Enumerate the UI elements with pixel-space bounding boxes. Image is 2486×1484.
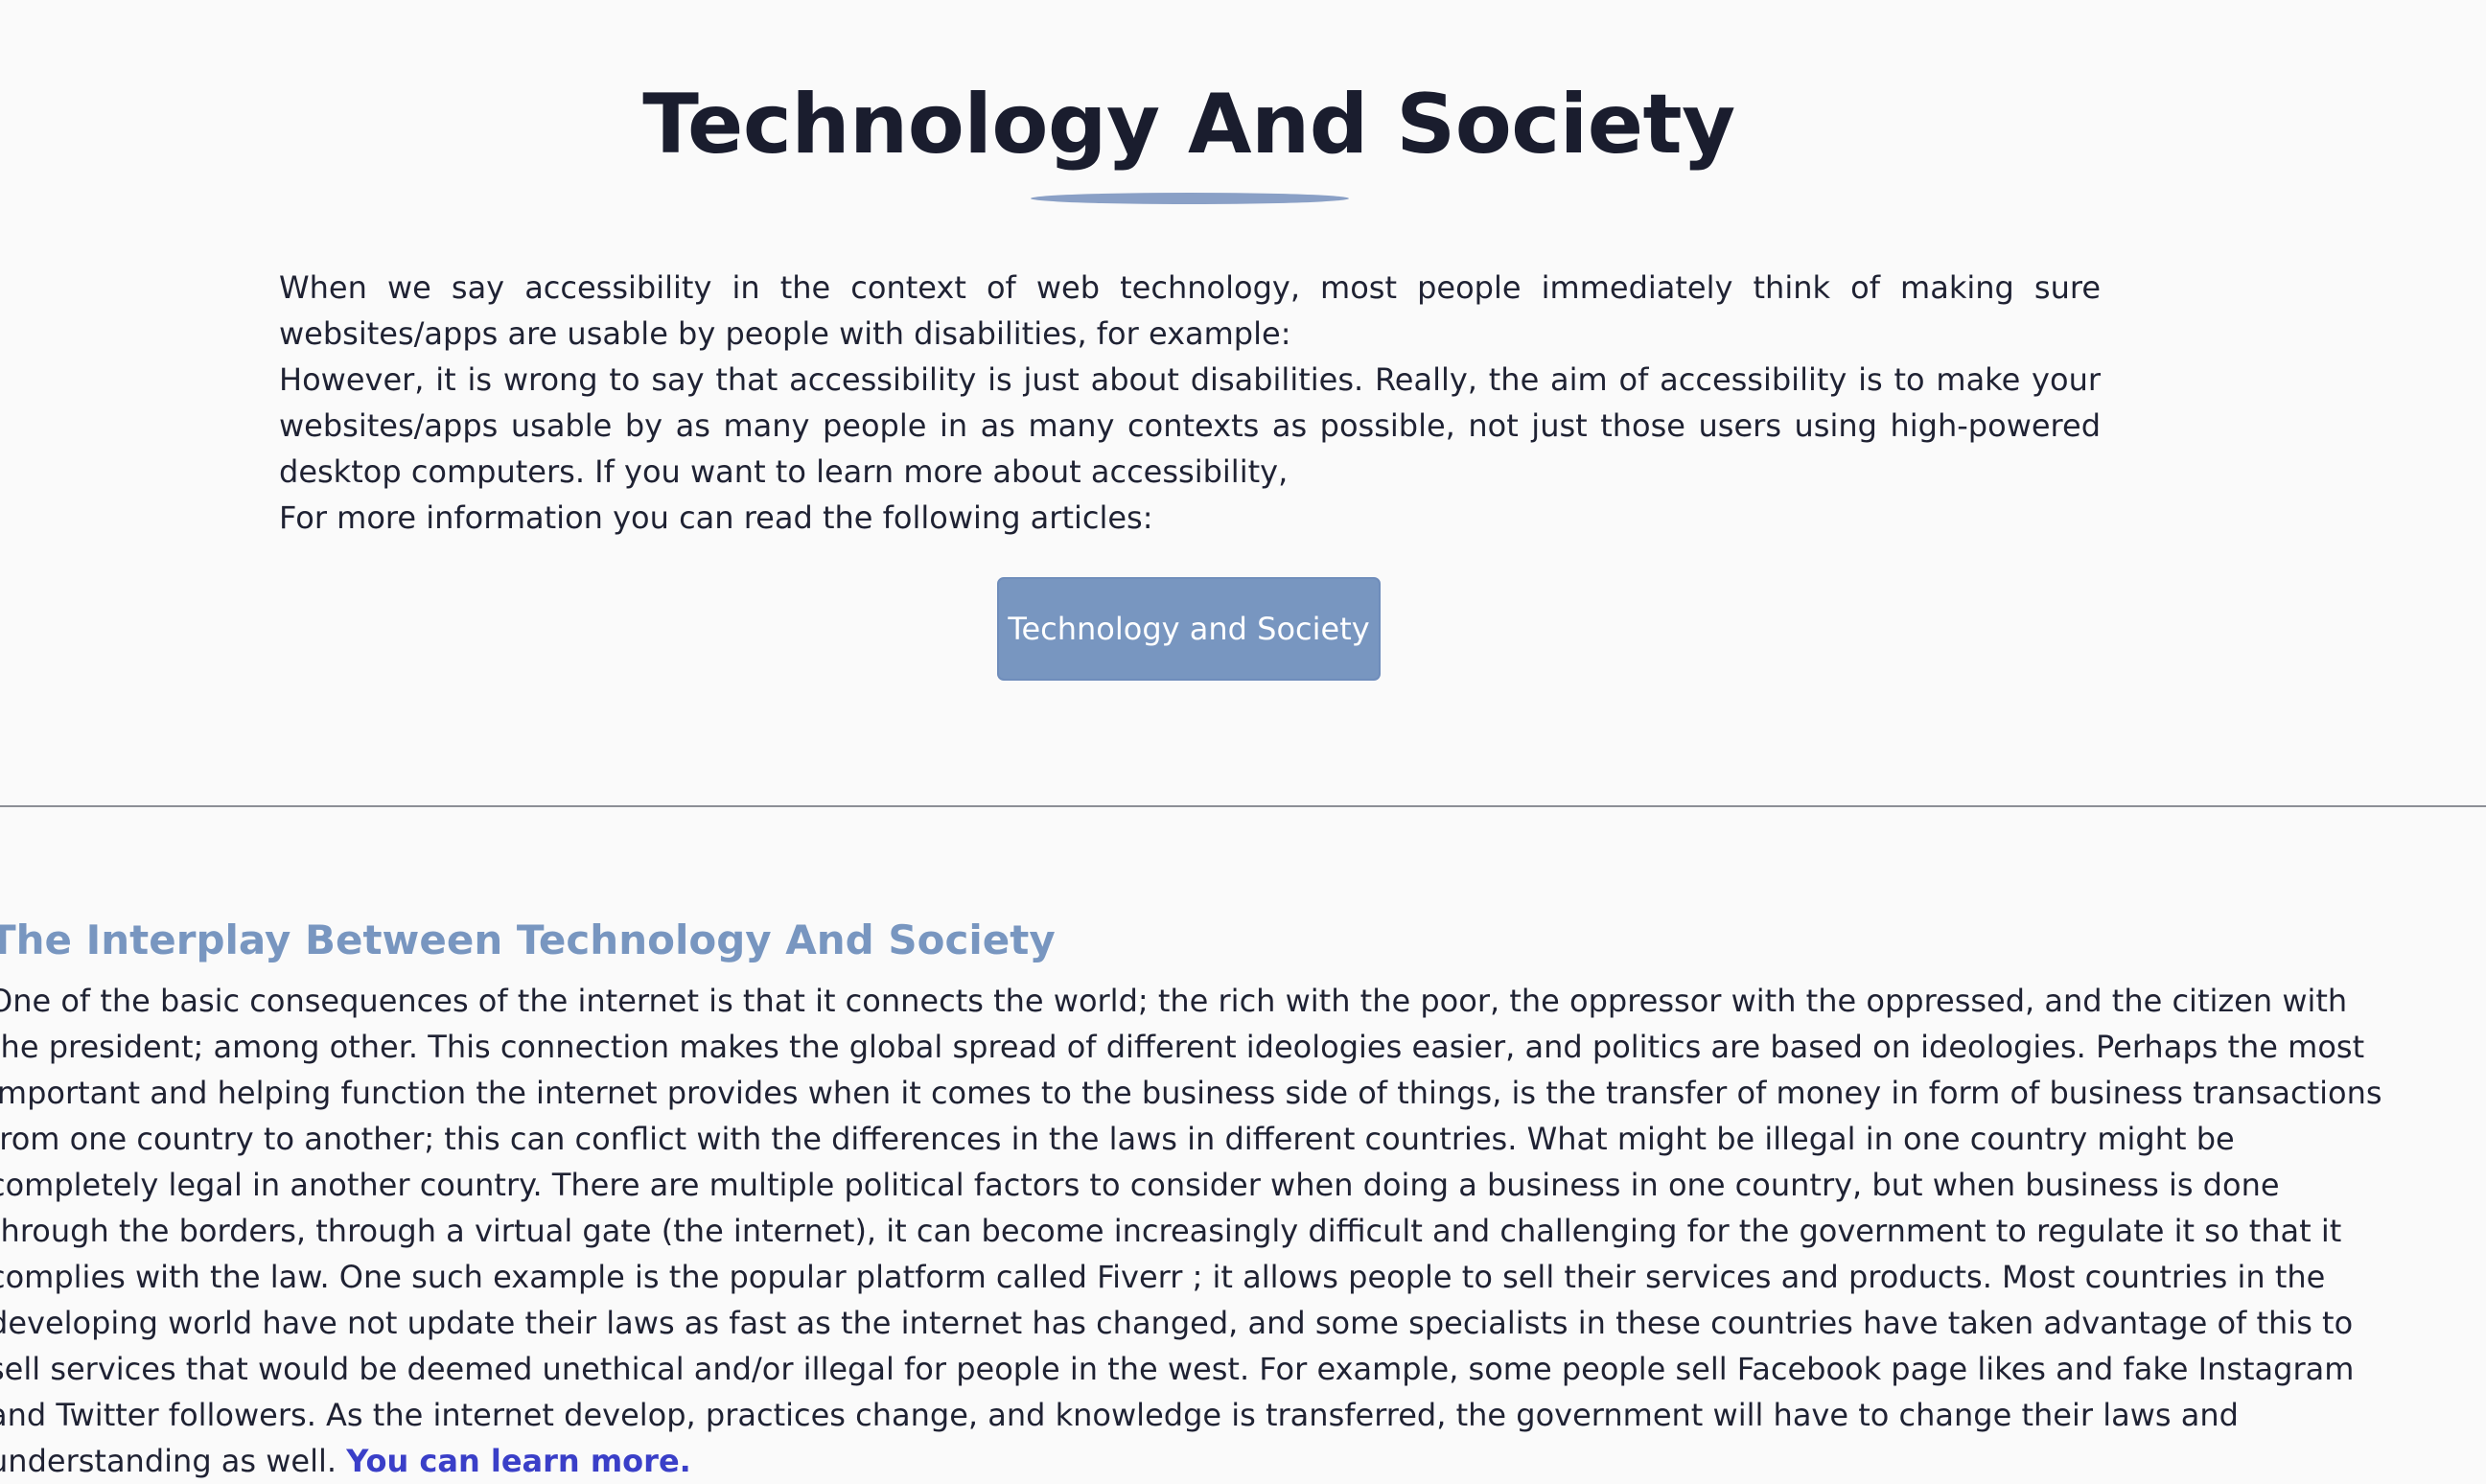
page-title: Technology And Society (642, 77, 1735, 173)
interplay-section: The Interplay Between Technology And Soc… (0, 911, 2385, 1484)
technology-and-society-button[interactable]: Technology and Society (997, 577, 1381, 681)
section-body: One of the basic consequences of the int… (0, 978, 2385, 1484)
section-body-text: One of the basic consequences of the int… (0, 983, 2382, 1479)
intro-paragraph: For more information you can read the fo… (279, 499, 1153, 536)
hero-section: Technology And Society When we say acces… (0, 0, 2486, 803)
intro-paragraph: However, it is wrong to say that accessi… (279, 361, 2101, 490)
title-underline-decoration (1031, 193, 1349, 204)
section-heading: The Interplay Between Technology And Soc… (0, 916, 1056, 963)
intro-paragraph: When we say accessibility in the context… (279, 269, 2101, 352)
intro-text: When we say accessibility in the context… (279, 265, 2101, 541)
section-divider (0, 805, 2486, 807)
learn-more-link[interactable]: You can learn more. (346, 1443, 691, 1479)
